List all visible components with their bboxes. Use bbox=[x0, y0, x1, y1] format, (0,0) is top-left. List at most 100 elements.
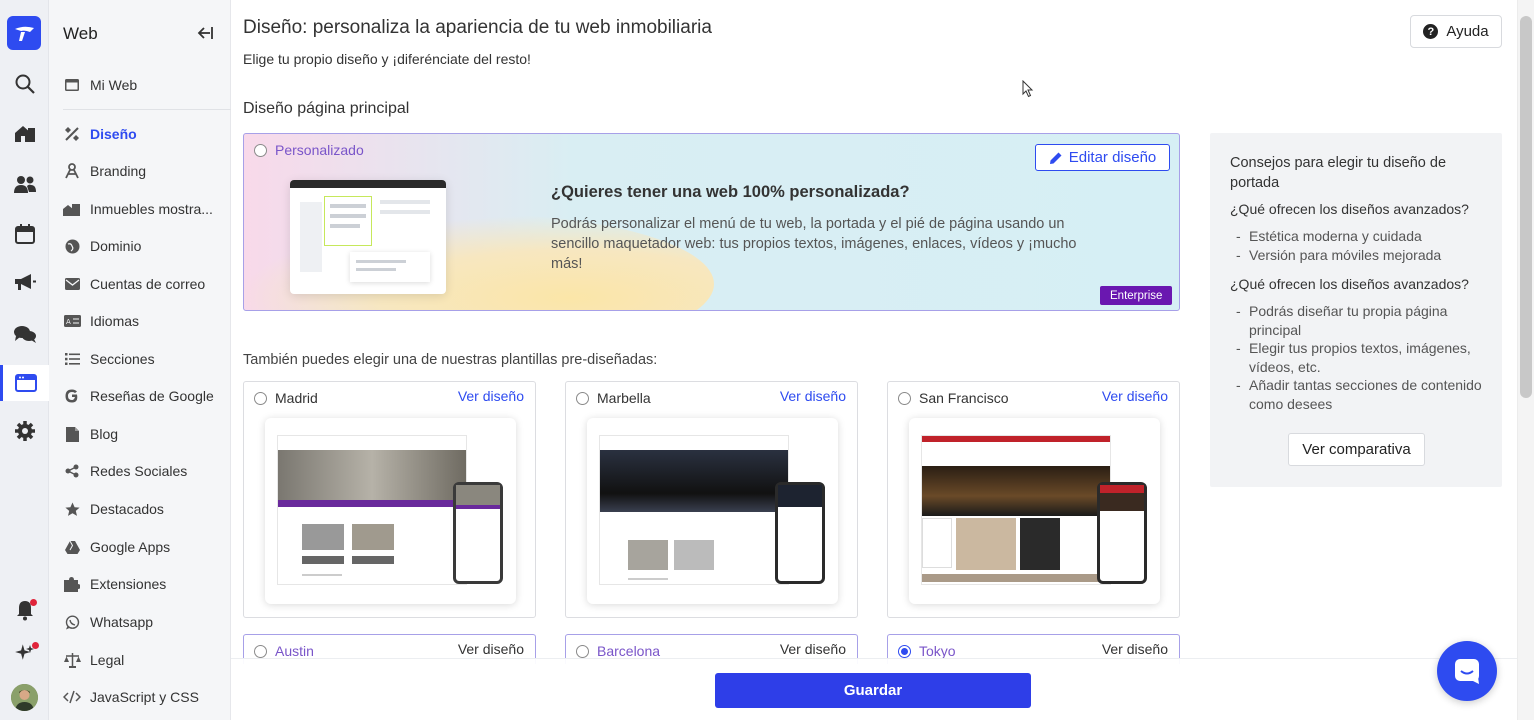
contacts-icon[interactable] bbox=[0, 168, 49, 200]
svg-text:A: A bbox=[66, 318, 71, 326]
custom-design-card[interactable]: Personalizado Editar diseño ¿Quieres ten… bbox=[243, 133, 1180, 311]
sidebar-item-label: Cuentas de correo bbox=[90, 276, 206, 292]
template-name: San Francisco bbox=[919, 390, 1009, 406]
sidebar-item-label: JavaScript y CSS bbox=[90, 689, 199, 705]
view-design-link[interactable]: Ver diseño bbox=[458, 388, 524, 404]
sidebar-item-mi-web[interactable]: Mi Web bbox=[63, 70, 229, 100]
sidebar-item-label: Idiomas bbox=[90, 313, 140, 329]
news-dot bbox=[32, 642, 39, 649]
megaphone-icon[interactable] bbox=[0, 266, 49, 298]
settings-icon[interactable] bbox=[0, 415, 49, 447]
star-icon bbox=[63, 501, 81, 517]
sidebar-item-idiomas[interactable]: A Idiomas bbox=[63, 306, 229, 336]
sidebar-item-blog[interactable]: Blog bbox=[63, 419, 229, 449]
notification-dot bbox=[30, 599, 37, 606]
help-button[interactable]: ? Ayuda bbox=[1410, 15, 1502, 48]
edit-design-button[interactable]: Editar diseño bbox=[1035, 144, 1170, 171]
sidebar-item-legal[interactable]: Legal bbox=[63, 645, 229, 675]
template-name: Austin bbox=[275, 643, 314, 659]
tips-list-item: Añadir tantas secciones de contenido com… bbox=[1230, 376, 1482, 413]
sidebar-item-label: Redes Sociales bbox=[90, 463, 188, 479]
language-icon: A bbox=[63, 313, 81, 329]
page-subtitle: Elige tu propio diseño y ¡diferénciate d… bbox=[243, 51, 531, 67]
save-button[interactable]: Guardar bbox=[715, 673, 1031, 708]
avatar[interactable] bbox=[11, 684, 38, 711]
sidebar-item-resenas[interactable]: Reseñas de Google bbox=[63, 381, 229, 411]
collapse-sidebar-icon[interactable] bbox=[195, 22, 215, 44]
search-icon[interactable] bbox=[0, 68, 49, 100]
google-icon bbox=[63, 388, 81, 404]
promo-text: Podrás personalizar el menú de tu web, l… bbox=[551, 216, 1077, 272]
template-card-marbella[interactable]: Marbella Ver diseño bbox=[565, 381, 858, 618]
scale-icon bbox=[63, 652, 81, 668]
whatsapp-icon bbox=[63, 614, 81, 630]
template-preview bbox=[909, 418, 1160, 604]
sidebar-item-redes[interactable]: Redes Sociales bbox=[63, 456, 229, 486]
page-title: Diseño: personaliza la apariencia de tu … bbox=[243, 17, 712, 38]
calendar-icon[interactable] bbox=[0, 218, 49, 250]
web-icon bbox=[63, 77, 81, 93]
template-preview bbox=[265, 418, 516, 604]
mail-icon bbox=[63, 276, 81, 292]
design-icon bbox=[63, 126, 81, 142]
chat-icon[interactable] bbox=[0, 318, 49, 350]
app-logo[interactable] bbox=[7, 16, 41, 50]
tips-question: ¿Qué ofrecen los diseños avanzados? bbox=[1230, 276, 1469, 292]
template-radio[interactable] bbox=[576, 644, 589, 658]
sidebar-item-secciones[interactable]: Secciones bbox=[63, 344, 229, 374]
tips-list: Podrás diseñar tu propia página principa… bbox=[1230, 302, 1482, 413]
view-design-link[interactable]: Ver diseño bbox=[1102, 641, 1168, 657]
sidebar-item-label: Extensiones bbox=[90, 576, 167, 592]
sidebar-item-google-apps[interactable]: Google Apps bbox=[63, 532, 229, 562]
sidebar-item-branding[interactable]: Branding bbox=[63, 156, 229, 186]
template-card-madrid[interactable]: Madrid Ver diseño bbox=[243, 381, 536, 618]
puzzle-icon bbox=[63, 576, 81, 592]
view-design-link[interactable]: Ver diseño bbox=[458, 641, 524, 657]
tips-list-item: Versión para móviles mejorada bbox=[1230, 246, 1482, 265]
section-title: Diseño página principal bbox=[243, 100, 410, 117]
view-design-link[interactable]: Ver diseño bbox=[1102, 388, 1168, 404]
properties-icon[interactable] bbox=[0, 117, 49, 149]
sidebar-item-correo[interactable]: Cuentas de correo bbox=[63, 269, 229, 299]
code-icon bbox=[63, 689, 81, 705]
sidebar-item-label: Blog bbox=[90, 426, 119, 442]
template-name: Madrid bbox=[275, 390, 318, 406]
web-section-icon[interactable] bbox=[0, 365, 49, 401]
custom-radio[interactable] bbox=[254, 143, 267, 157]
sidebar-item-destacados[interactable]: Destacados bbox=[63, 494, 229, 524]
scrollbar-thumb[interactable] bbox=[1520, 16, 1532, 398]
custom-option[interactable]: Personalizado bbox=[254, 142, 364, 158]
sidebar-item-extensiones[interactable]: Extensiones bbox=[63, 569, 229, 599]
template-card-san-francisco[interactable]: San Francisco Ver diseño bbox=[887, 381, 1180, 618]
sparkle-icon[interactable] bbox=[0, 638, 49, 670]
custom-option-label: Personalizado bbox=[275, 142, 364, 158]
template-radio[interactable] bbox=[254, 391, 267, 405]
sidebar-item-javascript[interactable]: JavaScript y CSS bbox=[63, 682, 229, 712]
compare-button[interactable]: Ver comparativa bbox=[1288, 433, 1425, 466]
sidebar-item-inmuebles[interactable]: Inmuebles mostra... bbox=[63, 194, 229, 224]
templates-intro: También puedes elegir una de nuestras pl… bbox=[243, 352, 658, 368]
scrollbar[interactable] bbox=[1517, 0, 1534, 720]
template-preview bbox=[587, 418, 838, 604]
sidebar-item-whatsapp[interactable]: Whatsapp bbox=[63, 607, 229, 637]
edit-design-label: Editar diseño bbox=[1068, 149, 1157, 166]
chat-bubble-icon bbox=[1455, 659, 1479, 684]
notifications-icon[interactable] bbox=[0, 594, 49, 626]
promo-title: ¿Quieres tener una web 100% personalizad… bbox=[551, 183, 910, 201]
view-design-link[interactable]: Ver diseño bbox=[780, 388, 846, 404]
template-radio[interactable] bbox=[576, 391, 589, 405]
template-radio[interactable] bbox=[254, 644, 267, 658]
template-radio[interactable] bbox=[898, 391, 911, 405]
sidebar-item-label: Legal bbox=[90, 652, 125, 668]
sidebar-item-label: Diseño bbox=[90, 126, 137, 142]
main-content: Diseño: personaliza la apariencia de tu … bbox=[231, 0, 1517, 720]
template-radio-selected[interactable] bbox=[898, 644, 911, 658]
sidebar-item-label: Destacados bbox=[90, 501, 164, 517]
editor-illustration bbox=[290, 180, 446, 294]
support-chat-button[interactable] bbox=[1437, 641, 1497, 701]
sidebar-item-label: Dominio bbox=[90, 238, 142, 254]
sidebar-item-dominio[interactable]: Dominio bbox=[63, 231, 229, 261]
view-design-link[interactable]: Ver diseño bbox=[780, 641, 846, 657]
properties-icon bbox=[63, 201, 81, 217]
sidebar-item-diseno[interactable]: Diseño bbox=[63, 119, 229, 149]
